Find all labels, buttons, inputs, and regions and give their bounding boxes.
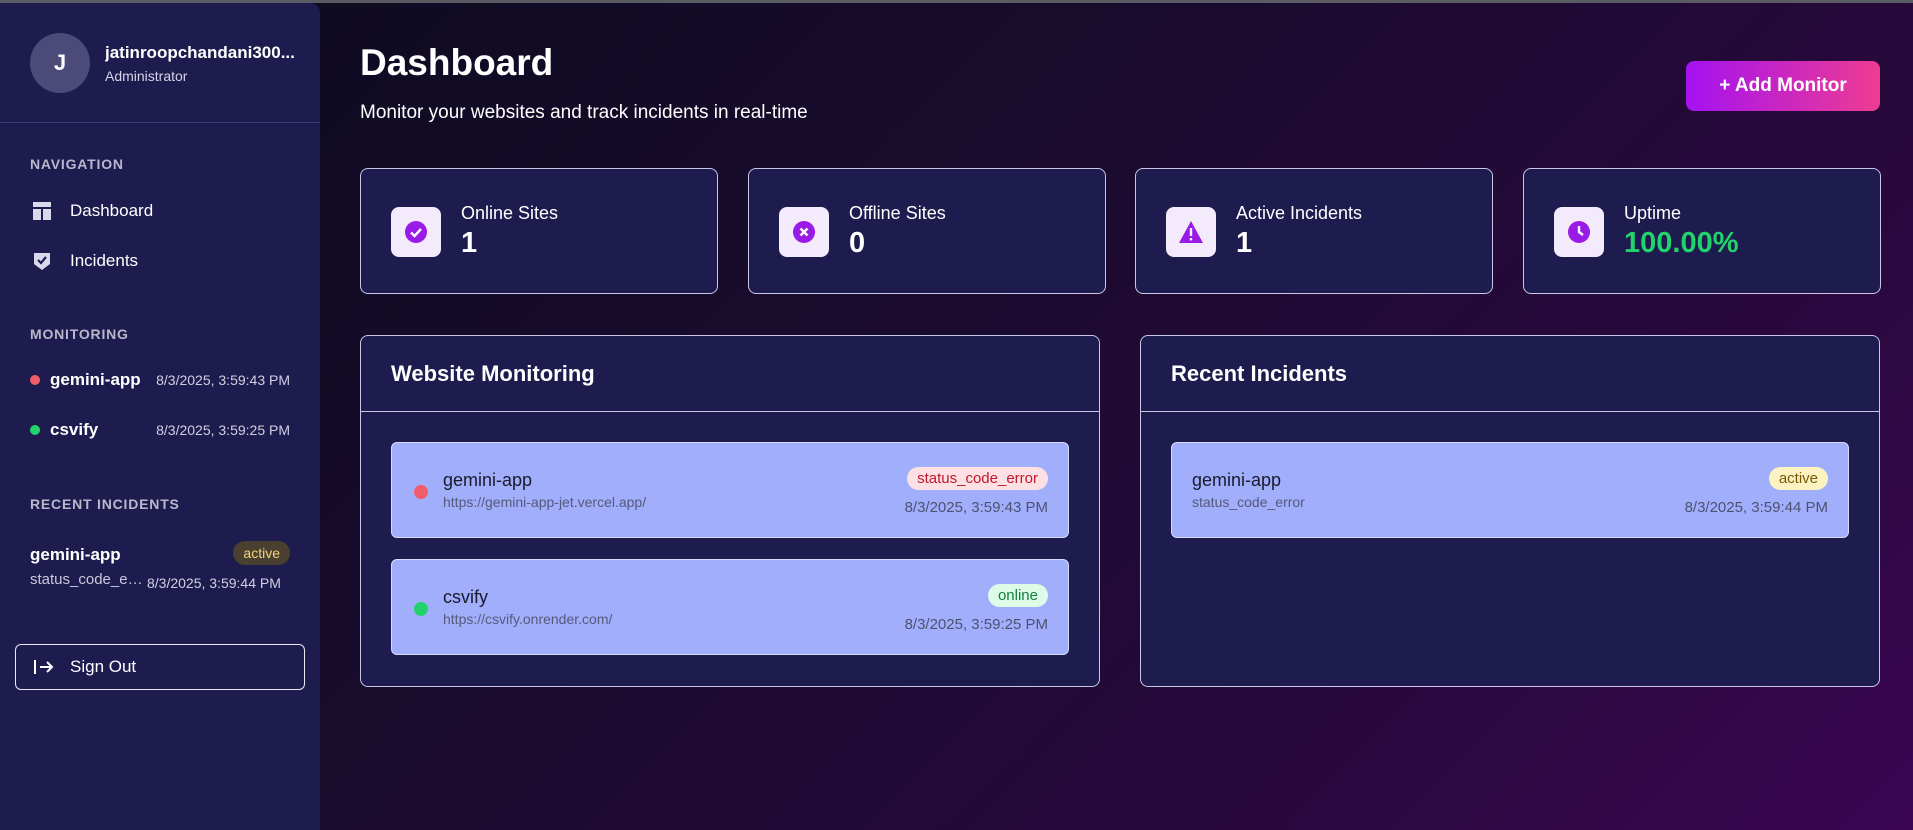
- page-subtitle: Monitor your websites and track incident…: [360, 102, 808, 123]
- incidents-icon: [30, 249, 54, 273]
- site-card-gemini-app[interactable]: gemini-app https://gemini-app-jet.vercel…: [391, 442, 1069, 538]
- sidebar-item-dashboard[interactable]: Dashboard: [30, 196, 290, 226]
- stat-label: Active Incidents: [1236, 203, 1363, 223]
- site-url[interactable]: https://csvify.onrender.com/: [443, 611, 612, 627]
- sign-out-button[interactable]: Sign Out: [15, 644, 305, 690]
- avatar[interactable]: J: [30, 33, 90, 93]
- panel-title: Recent Incidents: [1141, 336, 1879, 412]
- sidebar-monitor-gemini-app[interactable]: gemini-app 8/3/2025, 3:59:43 PM: [30, 367, 290, 393]
- status-dot-offline: [30, 375, 40, 385]
- monitor-time: 8/3/2025, 3:59:25 PM: [156, 422, 290, 438]
- monitor-name: gemini-app: [50, 370, 141, 389]
- status-badge: online: [987, 584, 1048, 607]
- x-circle-icon: [779, 207, 829, 257]
- user-profile: J jatinroopchandani300... Administrator: [0, 3, 320, 123]
- sidebar-item-label: Incidents: [70, 251, 139, 270]
- add-monitor-button[interactable]: + Add Monitor: [1686, 61, 1880, 111]
- stat-value: 0: [849, 227, 866, 259]
- username: jatinroopchandani300...: [105, 43, 295, 62]
- sidebar-monitor-csvify[interactable]: csvify 8/3/2025, 3:59:25 PM: [30, 417, 290, 443]
- stat-value: 1: [461, 227, 478, 259]
- status-badge: active: [233, 541, 290, 565]
- navigation-section-title: NAVIGATION: [30, 156, 124, 172]
- incident-time: 8/3/2025, 3:59:44 PM: [1684, 499, 1828, 516]
- incident-name: gemini-app: [30, 545, 121, 564]
- status-dot-online: [30, 425, 40, 435]
- incident-time: 8/3/2025, 3:59:44 PM: [147, 575, 281, 591]
- monitor-time: 8/3/2025, 3:59:43 PM: [156, 372, 290, 388]
- monitor-name: csvify: [50, 420, 99, 439]
- monitoring-section-title: MONITORING: [30, 326, 129, 342]
- status-badge: status_code_error: [907, 467, 1048, 490]
- panel-title: Website Monitoring: [361, 336, 1099, 412]
- check-circle-icon: [391, 207, 441, 257]
- sign-out-label: Sign Out: [70, 657, 137, 676]
- sidebar: J jatinroopchandani300... Administrator …: [0, 3, 320, 830]
- stat-card-offline-sites: Offline Sites 0: [748, 168, 1106, 294]
- dashboard-icon: [30, 199, 54, 223]
- site-card-csvify[interactable]: csvify https://csvify.onrender.com/ onli…: [391, 559, 1069, 655]
- incident-name: gemini-app: [1192, 470, 1282, 490]
- status-badge: active: [1768, 467, 1828, 490]
- page-title: Dashboard: [360, 42, 554, 83]
- stat-value: 100.00%: [1624, 227, 1739, 259]
- recent-incidents-section-title: RECENT INCIDENTS: [30, 496, 180, 512]
- site-last-checked: 8/3/2025, 3:59:25 PM: [904, 616, 1048, 633]
- warning-icon: [1166, 207, 1216, 257]
- status-dot-offline: [414, 485, 428, 499]
- stat-card-online-sites: Online Sites 1: [360, 168, 718, 294]
- stat-card-uptime: Uptime 100.00%: [1523, 168, 1881, 294]
- site-url[interactable]: https://gemini-app-jet.vercel.app/: [443, 494, 646, 510]
- status-dot-online: [414, 602, 428, 616]
- sign-out-icon: [32, 655, 56, 679]
- sidebar-item-label: Dashboard: [70, 201, 154, 220]
- incident-type: status_code_error: [30, 571, 145, 588]
- stat-label: Offline Sites: [849, 203, 946, 223]
- user-role: Administrator: [105, 68, 188, 84]
- website-monitoring-panel: Website Monitoring gemini-app https://ge…: [360, 335, 1100, 687]
- stat-label: Online Sites: [461, 203, 559, 223]
- clock-icon: [1554, 207, 1604, 257]
- site-last-checked: 8/3/2025, 3:59:43 PM: [904, 499, 1048, 516]
- incident-card-gemini-app[interactable]: gemini-app status_code_error active 8/3/…: [1171, 442, 1849, 538]
- recent-incidents-panel: Recent Incidents gemini-app status_code_…: [1140, 335, 1880, 687]
- sidebar-item-incidents[interactable]: Incidents: [30, 246, 290, 276]
- site-name: gemini-app: [443, 470, 533, 490]
- incident-type: status_code_error: [1192, 494, 1305, 510]
- stat-card-active-incidents: Active Incidents 1: [1135, 168, 1493, 294]
- stat-value: 1: [1236, 227, 1253, 259]
- site-name: csvify: [443, 587, 488, 607]
- stat-label: Uptime: [1624, 203, 1682, 223]
